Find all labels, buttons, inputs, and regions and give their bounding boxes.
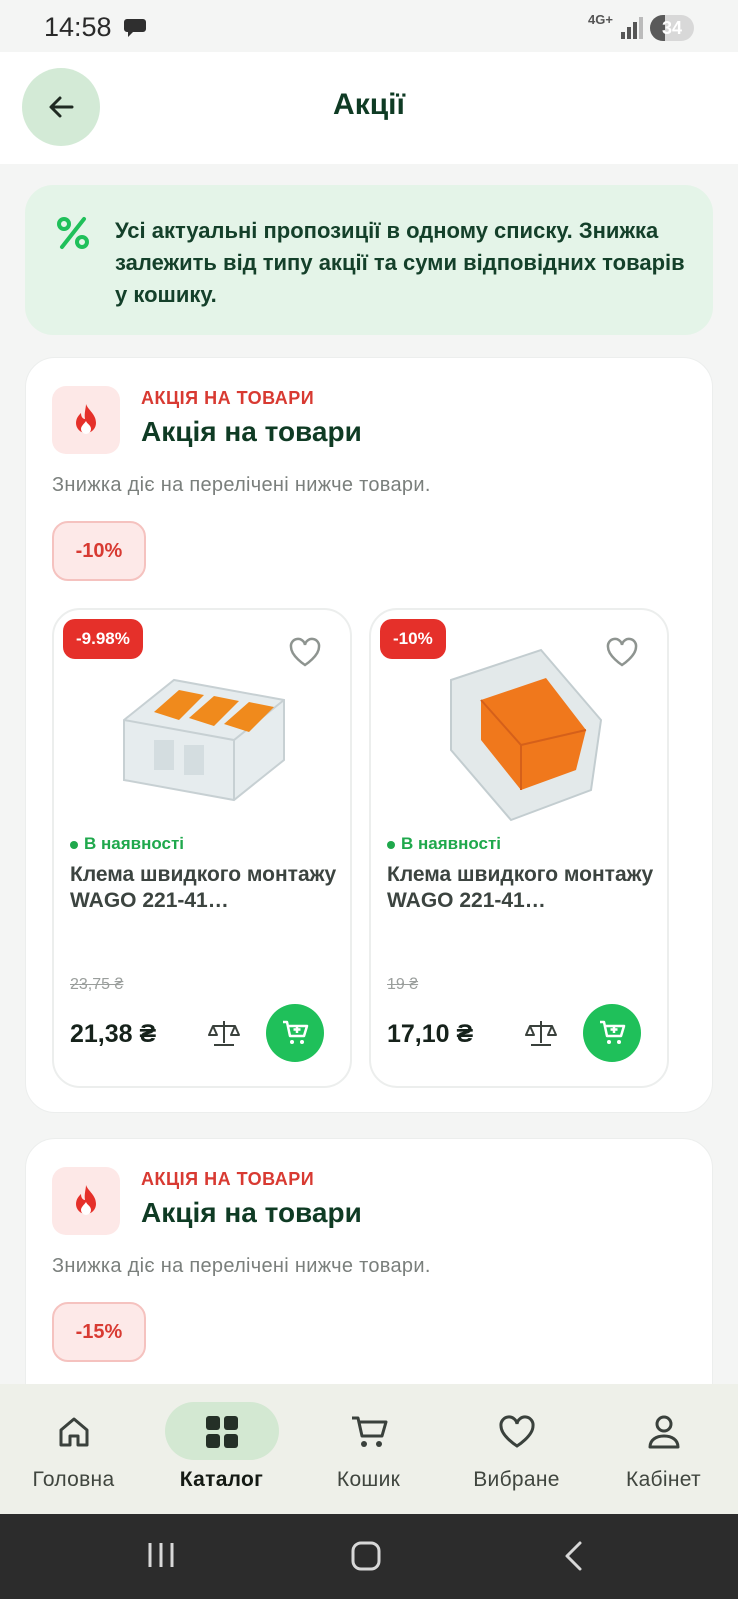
stock-label: В наявності (401, 834, 502, 853)
bottom-navigation: Головна Каталог Кошик Вибране Кабінет (0, 1384, 738, 1514)
old-price: 23,75 ₴ (70, 976, 124, 993)
product-name[interactable]: Клема швидкого монтажу WAGO 221-41… (70, 862, 338, 914)
promo-kicker: АКЦІЯ НА ТОВАРИ (141, 1169, 315, 1189)
nav-label: Кабінет (626, 1468, 701, 1491)
product-card[interactable]: -9.98% В наявності Клема швидкого монтаж… (52, 608, 352, 1088)
price: 21,38 ₴ (70, 1020, 157, 1048)
favorite-heart-icon[interactable] (605, 636, 639, 673)
add-to-cart-button[interactable] (266, 1004, 324, 1062)
status-bar: 14:58 4G+ 34 (0, 0, 738, 52)
stock-status: В наявності (387, 834, 501, 854)
info-text: Усі актуальні пропозиції в одному списку… (115, 218, 685, 307)
promo-card: АКЦІЯ НА ТОВАРИ Акція на товари Знижка д… (25, 357, 713, 1113)
nav-label: Каталог (179, 1468, 264, 1491)
network-type: 4G+ (588, 12, 613, 27)
percent-icon (55, 215, 91, 256)
nav-favorites[interactable]: Вибране (443, 1384, 590, 1514)
nav-account[interactable]: Кабінет (590, 1384, 737, 1514)
promo-kicker: АКЦІЯ НА ТОВАРИ (141, 388, 315, 408)
product-image (94, 640, 314, 840)
fire-icon (52, 1167, 120, 1235)
add-to-cart-button[interactable] (583, 1004, 641, 1062)
info-banner: Усі актуальні пропозиції в одному списку… (25, 185, 713, 335)
sale-badge: -10% (380, 619, 446, 659)
stock-status: В наявності (70, 834, 184, 854)
page-title: Акції (333, 88, 405, 121)
back-nav-icon[interactable] (562, 1540, 586, 1577)
home-icon (59, 1417, 88, 1447)
status-time: 14:58 (44, 12, 112, 42)
fire-icon (52, 386, 120, 454)
compare-scale-icon[interactable] (525, 1018, 557, 1053)
promo-title: Акція на товари (141, 1197, 362, 1228)
cart-icon (283, 1020, 309, 1044)
nav-cart[interactable]: Кошик (295, 1384, 442, 1514)
product-card[interactable]: -10% В наявності Клема швидкого монтажу … (369, 608, 669, 1088)
nav-label: Головна (32, 1468, 115, 1491)
system-navigation-bar (0, 1514, 738, 1599)
battery-level: 34 (661, 18, 683, 38)
cart-icon (600, 1020, 626, 1044)
promo-description: Знижка діє на перелічені нижче товари. (52, 1255, 431, 1277)
old-price: 19 ₴ (387, 976, 419, 993)
product-name[interactable]: Клема швидкого монтажу WAGO 221-41… (387, 862, 655, 914)
promo-description: Знижка діє на перелічені нижче товари. (52, 474, 431, 496)
product-image (411, 640, 631, 840)
nav-label: Кошик (336, 1468, 401, 1491)
heart-icon (498, 1415, 535, 1448)
nav-home[interactable]: Головна (0, 1384, 147, 1514)
compare-scale-icon[interactable] (208, 1018, 240, 1053)
chat-notification-icon (124, 17, 148, 44)
app-header: Акції (0, 52, 738, 164)
user-icon (648, 1415, 679, 1449)
discount-badge: -10% (52, 521, 146, 581)
favorite-heart-icon[interactable] (288, 636, 322, 673)
home-button-icon[interactable] (350, 1540, 382, 1577)
recent-apps-icon[interactable] (146, 1540, 176, 1575)
cart-icon (351, 1416, 387, 1447)
nav-catalog[interactable]: Каталог (148, 1384, 295, 1514)
price: 17,10 ₴ (387, 1020, 474, 1048)
discount-badge: -15% (52, 1302, 146, 1362)
signal-icon (620, 16, 644, 45)
grid-icon (205, 1416, 238, 1448)
promo-title: Акція на товари (141, 416, 362, 447)
stock-label: В наявності (84, 834, 185, 853)
sale-badge: -9.98% (63, 619, 143, 659)
nav-label: Вибране (473, 1468, 560, 1491)
battery-icon: 34 (650, 15, 694, 41)
